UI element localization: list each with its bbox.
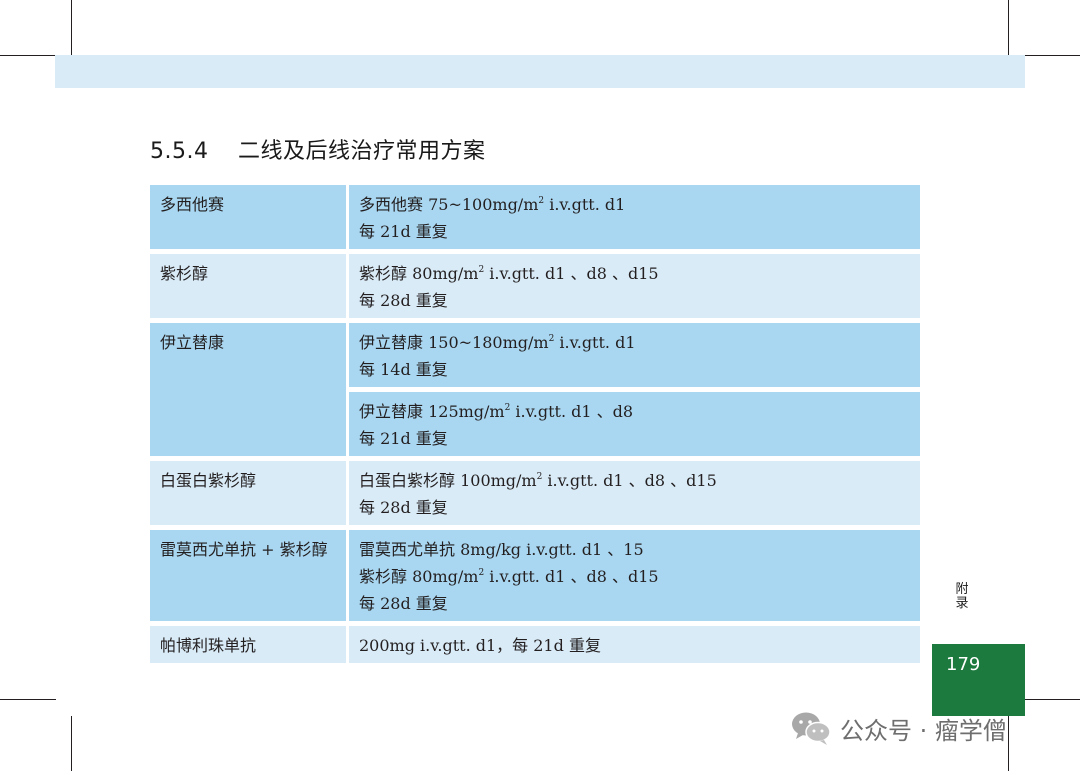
table-row: 雷莫西尤单抗 + 紫杉醇 雷莫西尤单抗 8mg/kg i.v.gtt. d1 、… [150, 530, 920, 621]
watermark: 公众号 · 瘤学僧 [790, 708, 1007, 748]
crop-mark [0, 699, 56, 700]
table-row: 帕博利珠单抗 200mg i.v.gtt. d1，每 21d 重复 [150, 626, 920, 663]
drug-name-cell: 伊立替康 [150, 323, 346, 456]
watermark-text: 公众号 · 瘤学僧 [840, 716, 1007, 745]
crop-mark [1024, 699, 1080, 700]
crop-mark [1008, 0, 1009, 58]
cycle-line: 每 21d 重复 [359, 222, 448, 241]
table-row: 白蛋白紫杉醇 白蛋白紫杉醇 100mg/m2 i.v.gtt. d1 、d8 、… [150, 461, 920, 525]
crop-mark [1024, 55, 1080, 56]
dosage-line: 多西他赛 75~100mg/m2 i.v.gtt. d1 [359, 195, 626, 214]
drug-name-cell: 帕博利珠单抗 [150, 626, 346, 663]
regimen-table: 多西他赛 多西他赛 75~100mg/m2 i.v.gtt. d1 每 21d … [147, 180, 923, 668]
drug-name-cell: 多西他赛 [150, 185, 346, 249]
cycle-line: 每 28d 重复 [359, 498, 448, 517]
regimen-cell: 白蛋白紫杉醇 100mg/m2 i.v.gtt. d1 、d8 、d15 每 2… [349, 461, 920, 525]
dosage-line: 伊立替康 125mg/m2 i.v.gtt. d1 、d8 [359, 402, 634, 421]
crop-mark [1008, 716, 1009, 771]
drug-name-cell: 紫杉醇 [150, 254, 346, 318]
table-row: 伊立替康 伊立替康 150~180mg/m2 i.v.gtt. d1 每 14d… [150, 323, 920, 456]
drug-name-cell: 雷莫西尤单抗 + 紫杉醇 [150, 530, 346, 621]
table-row: 多西他赛 多西他赛 75~100mg/m2 i.v.gtt. d1 每 21d … [150, 185, 920, 249]
cycle-line: 每 28d 重复 [359, 594, 448, 613]
section-title: 5.5.4 二线及后线治疗常用方案 [150, 133, 486, 165]
regimen-cell: 伊立替康 125mg/m2 i.v.gtt. d1 、d8 每 21d 重复 [349, 392, 920, 456]
table-row: 紫杉醇 紫杉醇 80mg/m2 i.v.gtt. d1 、d8 、d15 每 2… [150, 254, 920, 318]
cycle-line: 每 14d 重复 [359, 360, 448, 379]
crop-mark [0, 55, 56, 56]
appendix-side-label: 附 录 [955, 582, 969, 611]
dosage-line: 白蛋白紫杉醇 100mg/m2 i.v.gtt. d1 、d8 、d15 [359, 471, 717, 490]
cycle-line: 每 21d 重复 [359, 429, 448, 448]
drug-name-cell: 白蛋白紫杉醇 [150, 461, 346, 525]
regimen-cell: 多西他赛 75~100mg/m2 i.v.gtt. d1 每 21d 重复 [349, 185, 920, 249]
section-number: 5.5.4 [150, 139, 209, 164]
regimen-cell: 伊立替康 150~180mg/m2 i.v.gtt. d1 每 14d 重复 [349, 323, 920, 387]
section-title-text: 二线及后线治疗常用方案 [237, 139, 486, 164]
crop-mark [71, 716, 72, 771]
dosage-line: 雷莫西尤单抗 8mg/kg i.v.gtt. d1 、15 [359, 540, 644, 559]
cycle-line: 每 28d 重复 [359, 291, 448, 310]
wechat-icon [792, 712, 831, 745]
dosage-line: 紫杉醇 80mg/m2 i.v.gtt. d1 、d8 、d15 [359, 567, 659, 586]
regimen-cell: 雷莫西尤单抗 8mg/kg i.v.gtt. d1 、15 紫杉醇 80mg/m… [349, 530, 920, 621]
regimen-cell: 紫杉醇 80mg/m2 i.v.gtt. d1 、d8 、d15 每 28d 重… [349, 254, 920, 318]
page-number-box: 179 [932, 644, 1025, 716]
dosage-line: 紫杉醇 80mg/m2 i.v.gtt. d1 、d8 、d15 [359, 264, 659, 283]
dosage-line: 伊立替康 150~180mg/m2 i.v.gtt. d1 [359, 333, 636, 352]
regimen-cell: 200mg i.v.gtt. d1，每 21d 重复 [349, 626, 920, 663]
header-band [55, 55, 1025, 88]
page-number: 179 [946, 654, 981, 675]
crop-mark [71, 0, 72, 58]
dosage-line: 200mg i.v.gtt. d1，每 21d 重复 [359, 636, 601, 655]
